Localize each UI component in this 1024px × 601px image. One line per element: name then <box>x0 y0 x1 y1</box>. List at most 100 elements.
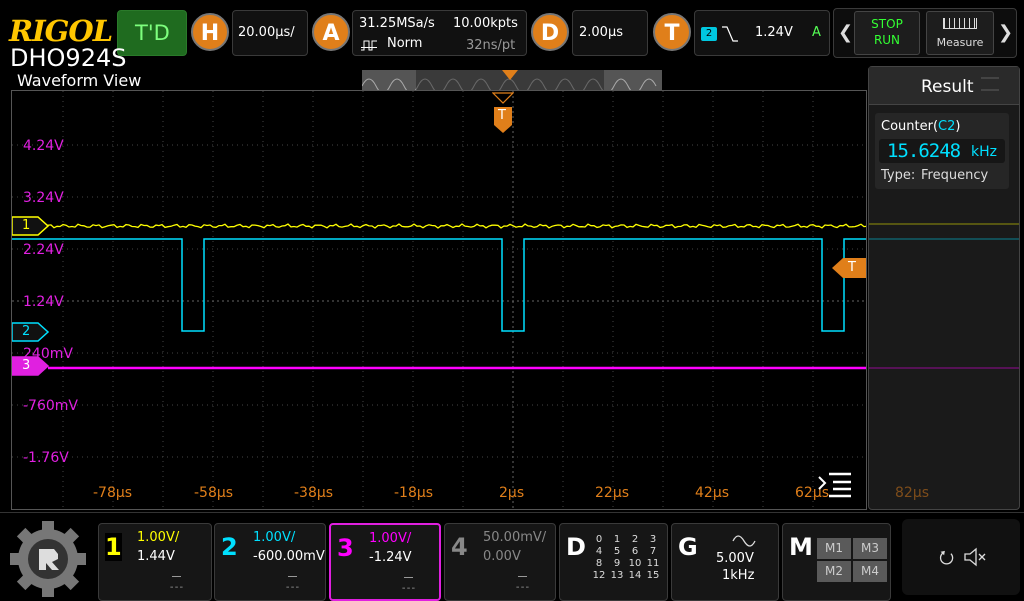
math-letter: M <box>789 533 813 561</box>
y-label: -760mV <box>23 398 78 414</box>
channel-2-box[interactable]: 2 1.00V/ -600.00mV ⎯⎯ - - - <box>214 523 326 601</box>
digital-box[interactable]: D 0 1 2 3 4 5 6 7 8 9 10 11 12 13 14 15 <box>559 523 668 601</box>
channel-3-marker[interactable]: 3 <box>12 356 50 380</box>
counter-card[interactable]: Counter(C2) 15.6248 kHz Type: Frequency <box>875 113 1009 189</box>
math-m4-button[interactable]: M4 <box>853 561 887 582</box>
trigger-icon[interactable]: T <box>653 13 691 51</box>
x-label: 82μs <box>895 485 930 501</box>
measure-label: Measure <box>936 36 984 49</box>
math-m2-button[interactable]: M2 <box>817 561 851 582</box>
channel-2-marker[interactable]: 2 <box>12 322 50 346</box>
channel-3-box[interactable]: 3 1.00V/ -1.24V ⎯⎯ - - - <box>329 523 441 601</box>
generator-box[interactable]: G 5.00V 1kHz <box>671 523 779 601</box>
acquire-mode: Norm <box>387 36 423 51</box>
run-label: RUN <box>873 33 901 47</box>
digital-channel: 5 <box>613 546 621 557</box>
channel-1-marker[interactable]: 1 <box>12 216 50 240</box>
result-menu-icon[interactable] <box>981 77 999 91</box>
math-m1-button[interactable]: M1 <box>817 538 851 559</box>
ruler-icon <box>943 18 977 29</box>
acquire-icon[interactable]: A <box>312 13 350 51</box>
channel-1-box[interactable]: 1 1.00V/ 1.44V ⎯⎯ - - - <box>98 523 212 601</box>
y-label: 4.24V <box>23 138 64 154</box>
math-m3-button[interactable]: M3 <box>853 538 887 559</box>
counter-channel: C2 <box>938 119 956 134</box>
waveform-area[interactable]: 4.24V 3.24V 2.24V 1.24V 240mV -760mV -1.… <box>11 90 867 510</box>
delay-box[interactable]: 2.00μs <box>572 10 648 56</box>
digital-channel-grid: 0 1 2 3 4 5 6 7 8 9 10 11 12 13 14 15 <box>590 534 668 582</box>
horizontal-box[interactable]: 20.00μs/ <box>232 10 308 56</box>
home-logo-button[interactable] <box>10 521 86 597</box>
channel-1-scale: 1.00V/ <box>137 530 180 545</box>
result-fade-waveform <box>869 223 1019 369</box>
run-stop-button[interactable]: STOP RUN <box>854 11 920 55</box>
horizontal-icon[interactable]: H <box>191 13 229 51</box>
trigger-sweep: A <box>812 25 821 40</box>
channel-2-number: 2 <box>221 533 238 561</box>
usb-icon[interactable]: ⭮ <box>939 545 954 575</box>
digital-channel: 11 <box>646 558 660 569</box>
run-nav-panel: ❮ STOP RUN Measure ❯ <box>833 8 1017 58</box>
acquire-box[interactable]: 31.25MSa/s Norm 10.00kpts 32ns/pt <box>352 10 527 56</box>
delay-icon[interactable]: D <box>531 13 569 51</box>
math-box[interactable]: M M1 M3 M2 M4 <box>782 523 891 601</box>
channel-2-scale: 1.00V/ <box>253 530 296 545</box>
x-label: -58μs <box>194 485 234 501</box>
brand-logo: RIGOL <box>9 14 113 48</box>
model-name: DHO924S <box>10 44 127 72</box>
channel-1-marker-label: 1 <box>22 218 31 233</box>
channel-1-trace <box>47 223 866 229</box>
y-label: 2.24V <box>23 242 64 258</box>
digital-channel: 6 <box>631 546 639 557</box>
trigger-status[interactable]: T'D <box>117 10 187 56</box>
channel-3-number: 3 <box>337 534 354 562</box>
channel-1-offset: 1.44V <box>137 549 175 564</box>
trigger-source-badge: 2 <box>701 27 717 41</box>
sample-rate: 31.25MSa/s <box>359 16 435 31</box>
channel-4-scale: 50.00mV/ <box>483 530 547 545</box>
dc-coupling-icon: ⎯⎯ - - - <box>169 571 183 593</box>
digital-channel: 13 <box>610 570 624 581</box>
top-bar: RIGOL T'D H 20.00μs/ A 31.25MSa/s Norm 1… <box>0 0 1024 62</box>
trigger-box[interactable]: 2 1.24V A <box>694 10 830 56</box>
counter-value: 15.6248 <box>887 140 961 162</box>
digital-channel: 12 <box>592 570 606 581</box>
y-label: 1.24V <box>23 294 64 310</box>
trigger-level: 1.24V <box>755 25 793 40</box>
digital-channel: 9 <box>613 558 621 569</box>
sine-wave-icon <box>732 535 756 547</box>
rising-edge-icon <box>722 25 738 47</box>
dc-coupling-icon: ⎯⎯ - - - <box>285 571 299 593</box>
counter-close: ) <box>955 119 961 134</box>
chevron-left-icon[interactable]: ❮ <box>838 22 853 43</box>
x-label: -78μs <box>93 485 133 501</box>
trigger-position-marker[interactable]: T <box>491 91 515 141</box>
trigger-level-marker[interactable]: T <box>832 257 866 283</box>
measure-button[interactable]: Measure <box>926 11 994 55</box>
memory-navigator[interactable] <box>362 70 662 90</box>
delay-value: 2.00μs <box>579 25 623 40</box>
digital-channel: 1 <box>613 534 621 545</box>
x-label: 42μs <box>695 485 730 501</box>
speaker-muted-icon[interactable] <box>964 547 986 567</box>
menu-list-icon[interactable] <box>815 471 855 499</box>
result-title: Result <box>921 77 974 97</box>
channel-4-box[interactable]: 4 50.00mV/ 0.00V ⎯⎯ - - - <box>444 523 556 601</box>
channel-2-offset: -600.00mV <box>253 549 325 564</box>
x-label: 2μs <box>499 485 525 501</box>
digital-channel: 7 <box>649 546 657 557</box>
x-label: -38μs <box>294 485 334 501</box>
channel-2-marker-label: 2 <box>22 324 31 339</box>
channel-3-marker-label: 3 <box>22 358 31 373</box>
channel-4-offset: 0.00V <box>483 549 521 564</box>
digital-channel: 4 <box>595 546 603 557</box>
digital-channel: 0 <box>595 534 603 545</box>
channel-1-number: 1 <box>105 533 122 561</box>
chevron-right-icon[interactable]: ❯ <box>998 22 1013 43</box>
counter-unit: kHz <box>971 144 997 160</box>
x-label: 22μs <box>595 485 630 501</box>
y-label: 3.24V <box>23 190 64 206</box>
acquire-mode-icon <box>361 36 377 51</box>
trigger-status-text: T'D <box>135 21 170 45</box>
generator-letter: G <box>678 533 698 561</box>
